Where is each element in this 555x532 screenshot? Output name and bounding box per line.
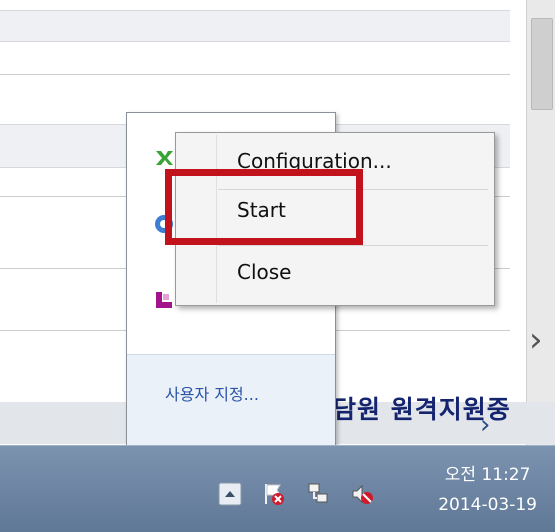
bg-divider <box>0 74 510 75</box>
scrollbar[interactable]: › <box>526 0 555 445</box>
scrollbar-thumb[interactable] <box>531 18 553 110</box>
tray-app-icon[interactable] <box>153 147 175 169</box>
arrow-right-icon: › <box>480 410 491 440</box>
network-icon[interactable] <box>306 482 330 506</box>
chevron-icon: › <box>529 320 543 360</box>
chevron-up-icon[interactable] <box>218 482 242 506</box>
menu-separator <box>218 245 488 246</box>
bg-row <box>0 10 510 42</box>
clock-time: 오전 11:27 <box>444 465 531 485</box>
tray-popup-footer: 사용자 지정... <box>127 354 335 447</box>
taskbar-clock[interactable]: 오전 11:27 2014-03-19 <box>438 460 537 520</box>
volume-muted-icon[interactable] <box>350 482 374 506</box>
tray-app-icon[interactable] <box>153 289 175 311</box>
customize-link[interactable]: 사용자 지정... <box>165 381 259 405</box>
highlight-box <box>165 169 363 245</box>
clock-date: 2014-03-19 <box>438 495 537 515</box>
flag-warning-icon[interactable] <box>262 482 286 506</box>
menu-item-close[interactable]: Close <box>237 260 291 284</box>
